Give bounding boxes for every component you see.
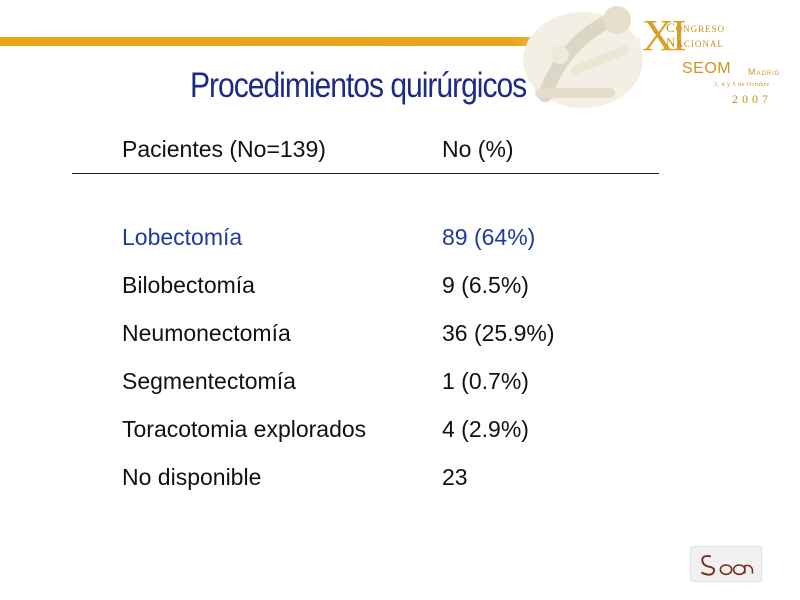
procedure-name: No disponible [122,464,262,490]
logo-city: Madrid [748,67,781,77]
logo-congress-line1: Congreso [666,20,726,35]
procedure-name: Neumonectomía [122,320,291,346]
slide-title: Procedimientos quirúrgicos [190,66,527,105]
procedure-name: Bilobectomía [122,272,255,298]
logo-congress-line2: Nacional [666,35,724,50]
header-divider [72,173,659,174]
procedure-count: 89 (64%) [442,224,536,250]
microscope-decoration-icon [523,6,643,108]
procedure-count: 4 (2.9%) [442,416,529,442]
procedure-name: Segmentectomía [122,368,296,394]
logo-year: 2007 [732,92,772,106]
procedure-count: 36 (25.9%) [442,320,555,346]
logo-congress-text: Congreso Nacional [666,20,725,50]
seom-logo-icon [690,546,762,582]
procedure-name: Toracotomia explorados [122,416,367,442]
procedure-name: Lobectomía [122,224,243,250]
table-row: Lobectomía 89 (64%) [0,224,800,264]
procedure-count: 1 (0.7%) [442,368,529,394]
logo-seom: SEOM [682,60,732,77]
congress-logo: XI Congreso Nacional SEOM Madrid 3, 4 y … [642,14,798,110]
procedure-count: 9 (6.5%) [442,272,529,298]
table-header-count: No (%) [442,136,514,162]
slide: XI Congreso Nacional SEOM Madrid 3, 4 y … [0,0,800,600]
logo-dates: 3, 4 y 5 de Octubre [714,82,770,88]
procedure-count: 23 [442,464,468,490]
table-header-patients: Pacientes (No=139) [122,136,326,162]
table-row: Neumonectomía 36 (25.9%) [0,320,800,360]
table-row: No disponible 23 [0,464,800,504]
table-row: Toracotomia explorados 4 (2.9%) [0,416,800,456]
table-row: Segmentectomía 1 (0.7%) [0,368,800,408]
table-row: Bilobectomía 9 (6.5%) [0,272,800,312]
